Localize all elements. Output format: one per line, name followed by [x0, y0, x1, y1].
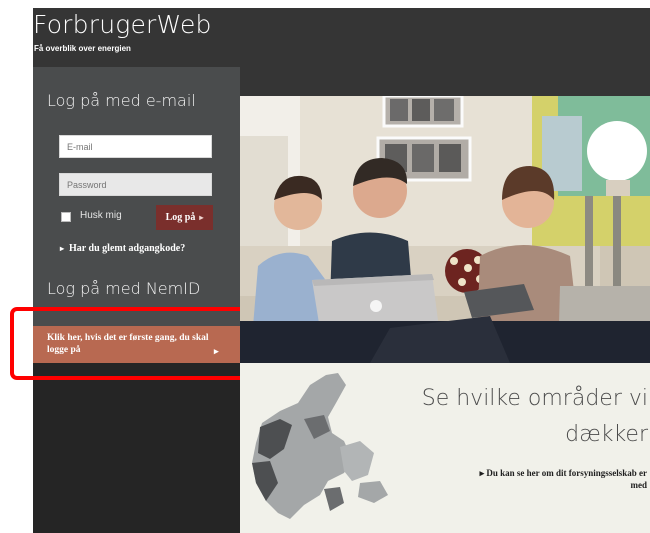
nemid-login-title: Log på med NemID [47, 279, 201, 298]
forgot-password-link[interactable]: ▸ Har du glemt adgangkode? [60, 243, 185, 254]
login-button[interactable]: Log på ▸ [156, 205, 213, 230]
password-field[interactable] [59, 173, 212, 196]
forgot-password-label: Har du glemt adgangkode? [69, 243, 186, 254]
email-login-title: Log på med e-mail [47, 91, 196, 110]
hero-photo [240, 96, 650, 363]
triangle-right-icon: ▸ [60, 244, 65, 253]
coverage-link-label: Du kan se her om dit forsyningsselskab e… [486, 468, 647, 490]
remember-me-checkbox[interactable] [61, 212, 71, 222]
site-tagline: Få overblik over energien [34, 44, 131, 53]
email-field[interactable] [59, 135, 212, 158]
highlight-box [10, 307, 260, 380]
coverage-link[interactable]: ▸ Du kan se her om dit forsyningsselskab… [467, 467, 647, 491]
remember-me-label: Husk mig [80, 210, 122, 221]
arrow-right-icon: ▸ [199, 213, 204, 222]
coverage-heading-line2: dækker [565, 422, 648, 447]
site-title[interactable]: ForbrugerWeb [33, 10, 212, 39]
coverage-section: Se hvilke områder vi dækker ▸ Du kan se … [240, 363, 650, 533]
denmark-map [252, 373, 388, 519]
page: ForbrugerWeb Få overblik over energien L… [0, 0, 650, 533]
login-button-label: Log på [165, 212, 196, 223]
family-photo [240, 96, 650, 363]
coverage-heading-line1: Se hvilke områder vi [421, 386, 648, 411]
coverage-heading: Se hvilke områder vi dækker [422, 381, 648, 453]
